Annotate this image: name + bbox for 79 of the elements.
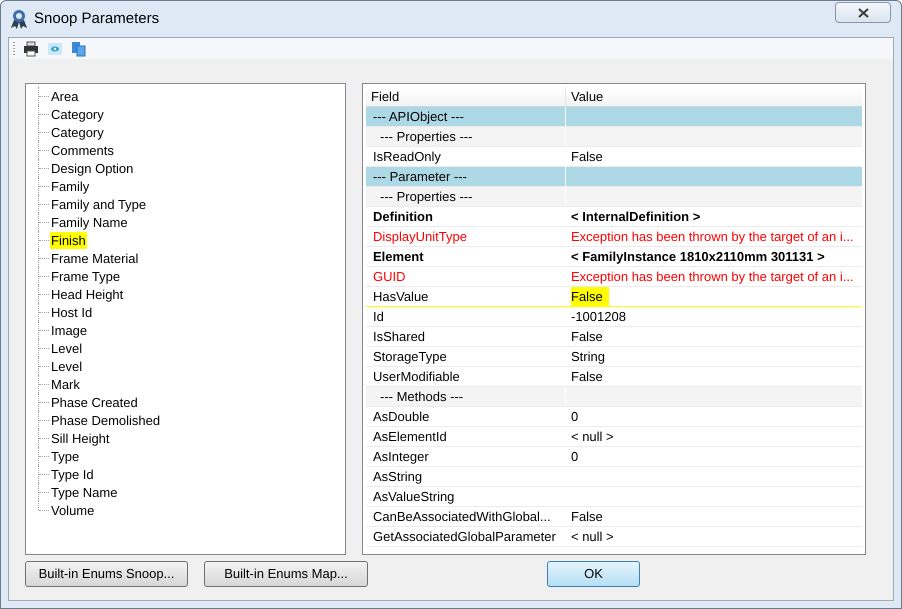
value-cell-text: False: [571, 368, 603, 386]
field-cell: --- Properties ---: [366, 187, 566, 206]
tree-item[interactable]: Frame Material: [50, 250, 140, 266]
ribbon-badge-icon: [10, 9, 28, 29]
field-cell: HasValue: [366, 287, 566, 306]
value-cell: False: [571, 287, 609, 307]
tree-item[interactable]: Family and Type: [50, 196, 148, 212]
field-cell: --- Methods ---: [366, 387, 566, 406]
field-cell: UserModifiable: [366, 367, 566, 386]
value-cell-text: 0: [571, 408, 578, 426]
tree-item[interactable]: Sill Height: [50, 430, 111, 446]
field-cell: IsReadOnly: [366, 147, 566, 166]
field-cell: Element: [366, 247, 566, 266]
close-icon: [858, 8, 868, 18]
print-icon[interactable]: [23, 40, 39, 56]
tree-item[interactable]: Level: [50, 340, 84, 356]
field-cell: AsElementId: [366, 427, 566, 446]
tree-item[interactable]: Type: [50, 448, 80, 464]
value-cell-text: < FamilyInstance 1810x2110mm 301131 >: [571, 248, 825, 266]
field-cell: DisplayUnitType: [366, 227, 566, 246]
field-cell: AsValueString: [366, 487, 566, 506]
field-cell: Id: [366, 307, 566, 326]
tree-item[interactable]: Head Height: [50, 286, 124, 302]
tree-item[interactable]: Phase Demolished: [50, 412, 162, 428]
field-cell: IsShared: [366, 327, 566, 346]
table-row[interactable]: --- Properties ---: [366, 127, 862, 147]
table-row[interactable]: --- Parameter ---: [366, 167, 862, 187]
tree-item[interactable]: Comments: [50, 142, 115, 158]
value-cell-text: < null >: [571, 528, 614, 546]
value-cell-text: < InternalDefinition >: [571, 208, 700, 226]
column-header[interactable]: Value: [566, 87, 862, 106]
dialog-button[interactable]: Built-in Enums Snoop...: [25, 561, 188, 587]
dialog-button[interactable]: Built-in Enums Map...: [204, 561, 368, 587]
field-cell: StorageType: [366, 347, 566, 366]
value-cell-text: False: [571, 508, 603, 526]
tree-item[interactable]: Level: [50, 358, 84, 374]
tree-item[interactable]: Phase Created: [50, 394, 139, 410]
value-cell-text: String: [571, 348, 605, 366]
field-cell: --- Properties ---: [366, 127, 566, 146]
table-row[interactable]: --- Methods ---: [366, 387, 862, 407]
tree-item[interactable]: Host Id: [50, 304, 94, 320]
tree-item[interactable]: Volume: [50, 502, 96, 518]
value-cell-text: False: [571, 328, 603, 346]
table-row[interactable]: --- Properties ---: [366, 187, 862, 207]
table-row[interactable]: --- APIObject ---: [366, 107, 862, 127]
tree-item[interactable]: Area: [50, 88, 80, 104]
tree-item[interactable]: Design Option: [50, 160, 134, 176]
value-cell-text: Exception has been thrown by the target of an i...: [571, 268, 854, 286]
tree-item[interactable]: Type Id: [50, 466, 95, 482]
tree-item[interactable]: Family Name: [50, 214, 129, 230]
tree-item[interactable]: Mark: [50, 376, 81, 392]
window-title: Snoop Parameters: [34, 8, 160, 29]
value-cell-text: False: [571, 148, 603, 166]
field-cell: --- Parameter ---: [366, 167, 566, 186]
column-header[interactable]: Field: [366, 87, 566, 106]
tree-item[interactable]: Family: [50, 178, 90, 194]
preview-icon[interactable]: [47, 40, 63, 56]
field-cell: --- APIObject ---: [366, 107, 566, 126]
ok-button[interactable]: OK: [547, 561, 640, 587]
field-cell: AsInteger: [366, 447, 566, 466]
table-row[interactable]: HasValue False: [366, 287, 862, 307]
field-cell: AsString: [366, 467, 566, 486]
tree-item[interactable]: Type Name: [50, 484, 118, 500]
copy-icon[interactable]: [71, 40, 87, 56]
tree-item[interactable]: Image: [50, 322, 88, 338]
field-cell: AsDouble: [366, 407, 566, 426]
value-cell-text: 0: [571, 448, 578, 466]
field-cell: Definition: [366, 207, 566, 226]
field-cell: CanBeAssociatedWithGlobal...: [366, 507, 566, 526]
value-cell-text: Exception has been thrown by the target of an i...: [571, 228, 854, 246]
tree-item[interactable]: Finish: [50, 232, 87, 248]
value-cell-text: -1001208: [571, 308, 626, 326]
tree-item[interactable]: Category: [50, 124, 105, 140]
close-button[interactable]: [835, 2, 891, 23]
value-cell-text: < null >: [571, 428, 614, 446]
field-cell: GetAssociatedGlobalParameter: [366, 527, 566, 546]
tree-item[interactable]: Category: [50, 106, 105, 122]
field-cell: GUID: [366, 267, 566, 286]
tree-item[interactable]: Frame Type: [50, 268, 122, 284]
